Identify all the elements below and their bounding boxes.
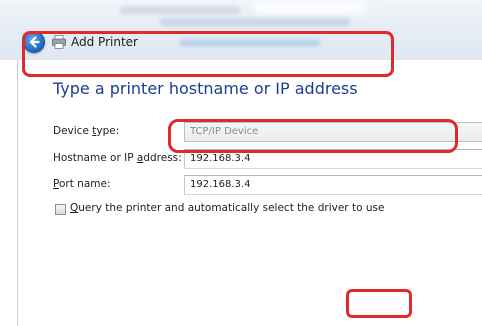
port-name-label: Port name: xyxy=(53,178,110,190)
device-type-label: Device type: xyxy=(53,125,119,137)
query-printer-checkbox-label[interactable]: Query the printer and automatically sele… xyxy=(70,202,384,214)
device-type-label-text-end: ype: xyxy=(96,125,120,137)
blurred-background xyxy=(120,6,240,14)
port-name-input[interactable]: 192.168.3.4 xyxy=(184,175,482,195)
page-heading: Type a printer hostname or IP address xyxy=(53,79,358,98)
highlight-annotation-next-button xyxy=(346,289,412,318)
query-printer-checkbox[interactable] xyxy=(55,204,66,215)
query-label-text: uery the printer and automatically selec… xyxy=(78,202,385,214)
highlight-annotation-title xyxy=(22,31,394,77)
blurred-background xyxy=(255,2,365,14)
hostname-label-text: Hostname or IP xyxy=(53,152,137,164)
hostname-label: Hostname or IP address: xyxy=(53,152,182,164)
port-name-label-text: ort name: xyxy=(58,178,111,190)
add-printer-window: Add Printer Type a printer hostname or I… xyxy=(0,0,482,326)
hostname-label-text-end: ddress: xyxy=(143,152,182,164)
blurred-background xyxy=(160,18,350,26)
content-panel: Type a printer hostname or IP address De… xyxy=(17,60,482,326)
highlight-annotation-device-type xyxy=(168,119,458,153)
device-type-label-text: Device xyxy=(53,125,93,137)
